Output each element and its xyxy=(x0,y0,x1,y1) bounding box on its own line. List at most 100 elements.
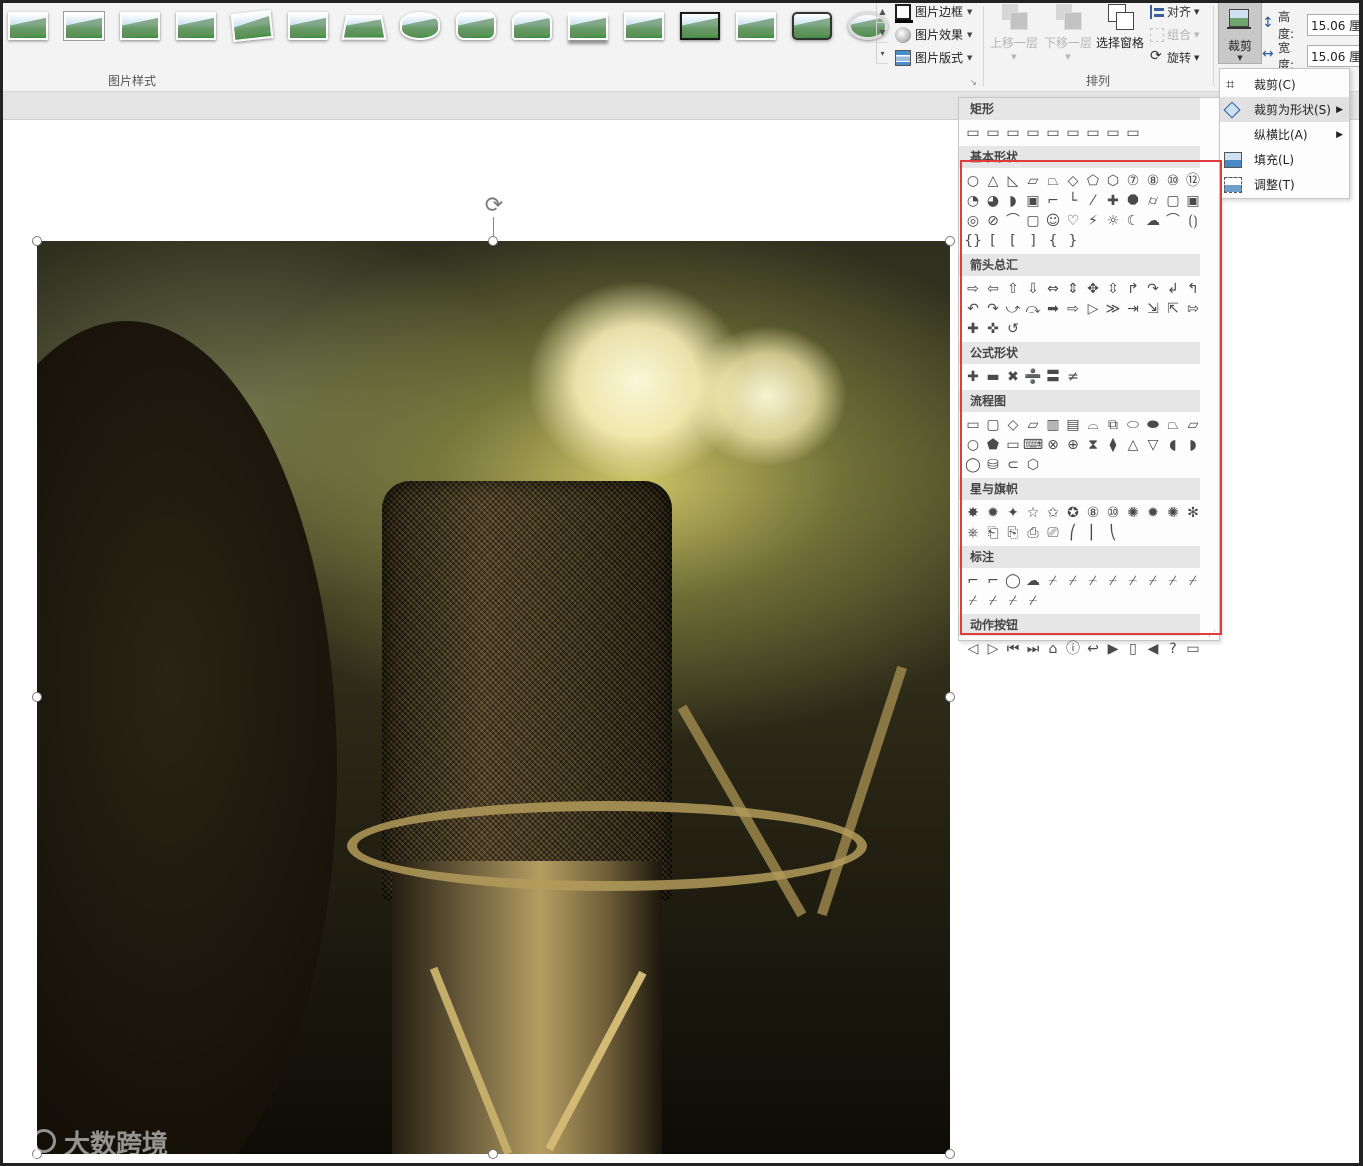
shape-option[interactable]: ⌿ xyxy=(1003,591,1023,611)
menu-item-fit[interactable]: 调整(T) xyxy=(1220,172,1349,197)
shape-option[interactable]: ↲ xyxy=(1163,279,1183,299)
shape-option[interactable]: ⌓ xyxy=(1083,415,1103,435)
shape-option[interactable]: ⤼ xyxy=(1023,299,1043,319)
picture-border-button[interactable]: 图片边框 ▼ xyxy=(895,3,972,23)
shape-option[interactable]: ⇰ xyxy=(1183,299,1203,319)
resize-handle[interactable] xyxy=(32,236,42,246)
shape-option[interactable]: ◇ xyxy=(1003,415,1023,435)
shape-option[interactable]: ↷ xyxy=(983,299,1003,319)
resize-handle[interactable] xyxy=(488,1149,498,1159)
picture-style-thumbnail[interactable] xyxy=(116,6,164,46)
shape-option[interactable]: ⌿ xyxy=(1043,571,1063,591)
shape-option[interactable]: ✚ xyxy=(1103,191,1123,211)
shape-option[interactable]: ▱ xyxy=(1023,415,1043,435)
shape-option[interactable]: ⌿ xyxy=(1023,591,1043,611)
shape-option[interactable]: ⧫ xyxy=(1103,435,1123,455)
shape-option[interactable]: ◁ xyxy=(963,639,983,659)
shape-option[interactable]: ☁ xyxy=(1023,571,1043,591)
shape-option[interactable]: ▷ xyxy=(983,639,1003,659)
menu-item-crop-to-shape[interactable]: 裁剪为形状(S) ▶ xyxy=(1220,97,1349,122)
menu-item-fill[interactable]: 填充(L) xyxy=(1220,147,1349,172)
shape-option[interactable]: ↷ xyxy=(1143,279,1163,299)
shape-option[interactable]: ◕ xyxy=(983,191,1003,211)
menu-item-crop[interactable]: 裁剪(C) xyxy=(1220,72,1349,97)
shape-option[interactable]: △ xyxy=(1123,435,1143,455)
group-button[interactable]: 组合 ▼ xyxy=(1150,26,1199,43)
selection-pane-button[interactable]: ↖ 选择窗格 xyxy=(1094,4,1146,51)
shape-option[interactable]: [ xyxy=(1003,231,1023,251)
shape-option[interactable]: {} xyxy=(963,231,983,251)
shape-option[interactable]: ▢ xyxy=(1023,211,1043,231)
shape-option[interactable]: ⬠ xyxy=(1083,171,1103,191)
shape-option[interactable]: ◀ xyxy=(1143,639,1163,659)
shape-option[interactable]: ⌂ xyxy=(1043,639,1063,659)
shape-option[interactable]: ↩ xyxy=(1083,639,1103,659)
shape-option[interactable]: ▷ xyxy=(1083,299,1103,319)
shape-option[interactable]: ▣ xyxy=(1183,191,1203,211)
shape-option[interactable]: ▤ xyxy=(1063,415,1083,435)
shape-option[interactable]: ⇳ xyxy=(1103,279,1123,299)
shape-option[interactable]: ⏮ xyxy=(1003,639,1023,659)
shape-option[interactable]: ▽ xyxy=(1143,435,1163,455)
shape-option[interactable]: ▭ xyxy=(1003,435,1023,455)
shape-option[interactable]: ⎈ xyxy=(963,523,983,543)
shape-option[interactable]: ⑩ xyxy=(1163,171,1183,191)
shape-option[interactable]: ⑧ xyxy=(1143,171,1163,191)
resize-grip-icon[interactable]: ⋰ xyxy=(1208,629,1216,638)
width-input[interactable] xyxy=(1307,45,1363,67)
shape-option[interactable]: ⊗ xyxy=(1043,435,1063,455)
shape-option[interactable]: ▬ xyxy=(983,367,1003,387)
shape-option[interactable]: ▱ xyxy=(1023,171,1043,191)
shape-option[interactable]: ⊕ xyxy=(1063,435,1083,455)
shape-option[interactable]: ⊘ xyxy=(983,211,1003,231)
shape-option[interactable]: ⇥ xyxy=(1123,299,1143,319)
shape-option[interactable]: ▭ xyxy=(1043,123,1063,143)
shape-option[interactable]: ▭ xyxy=(1123,123,1143,143)
shape-option[interactable]: ▭ xyxy=(1183,639,1203,659)
shape-option[interactable]: ☁ xyxy=(1143,211,1163,231)
shape-option[interactable]: ☺ xyxy=(1043,211,1063,231)
shape-option[interactable]: ⌿ xyxy=(1183,571,1203,591)
shape-option[interactable]: ⌿ xyxy=(1143,571,1163,591)
dialog-launcher-icon[interactable]: ↘ xyxy=(970,78,978,87)
height-input[interactable] xyxy=(1307,14,1363,36)
shape-option[interactable]: ✻ xyxy=(1183,503,1203,523)
crop-button[interactable]: 裁剪 ▼ xyxy=(1218,2,1262,64)
shape-option[interactable]: ✚ xyxy=(963,319,983,339)
picture-style-thumbnail[interactable] xyxy=(732,6,780,46)
picture-style-thumbnail[interactable] xyxy=(676,6,724,46)
shape-option[interactable]: ⇩ xyxy=(1023,279,1043,299)
shape-option[interactable]: ⎛ xyxy=(1063,523,1083,543)
shape-option[interactable]: ⇕ xyxy=(1063,279,1083,299)
shape-option[interactable]: ⏭ xyxy=(1023,639,1043,659)
shape-option[interactable]: ✺ xyxy=(1123,503,1143,523)
shape-option[interactable]: ↱ xyxy=(1123,279,1143,299)
shape-option[interactable]: ⎚ xyxy=(1043,523,1063,543)
shape-option[interactable]: ✺ xyxy=(1163,503,1183,523)
picture-style-thumbnail[interactable] xyxy=(396,6,444,46)
shape-option[interactable]: ⌿ xyxy=(1083,571,1103,591)
picture-style-thumbnail[interactable] xyxy=(4,6,52,46)
shape-option[interactable]: ◺ xyxy=(1003,171,1023,191)
shape-option[interactable]: ▭ xyxy=(963,415,983,435)
shape-option[interactable]: ▶ xyxy=(1103,639,1123,659)
shape-option[interactable]: ⌒ xyxy=(1003,211,1023,231)
selected-picture[interactable] xyxy=(37,241,950,1154)
shape-option[interactable]: ▭ xyxy=(983,123,1003,143)
shape-option[interactable]: ⇲ xyxy=(1143,299,1163,319)
shape-option[interactable]: ▭ xyxy=(1003,123,1023,143)
shape-option[interactable]: ⌿ xyxy=(983,591,1003,611)
shape-option[interactable]: ⑧ xyxy=(1083,503,1103,523)
picture-layout-button[interactable]: 图片版式 ▼ xyxy=(895,49,972,66)
shape-option[interactable]: ▢ xyxy=(983,415,1003,435)
shape-option[interactable]: ♡ xyxy=(1063,211,1083,231)
shape-option[interactable]: ≠ xyxy=(1063,367,1083,387)
shape-option[interactable]: ↶ xyxy=(963,299,983,319)
shape-option[interactable]: △ xyxy=(983,171,1003,191)
shape-option[interactable]: { xyxy=(1043,231,1063,251)
scroll-up-icon[interactable]: ▲ xyxy=(877,2,888,23)
shape-option[interactable]: ◎ xyxy=(963,211,983,231)
resize-handle[interactable] xyxy=(945,1149,955,1159)
resize-handle[interactable] xyxy=(945,692,955,702)
shape-option[interactable]: ▯ xyxy=(1123,639,1143,659)
